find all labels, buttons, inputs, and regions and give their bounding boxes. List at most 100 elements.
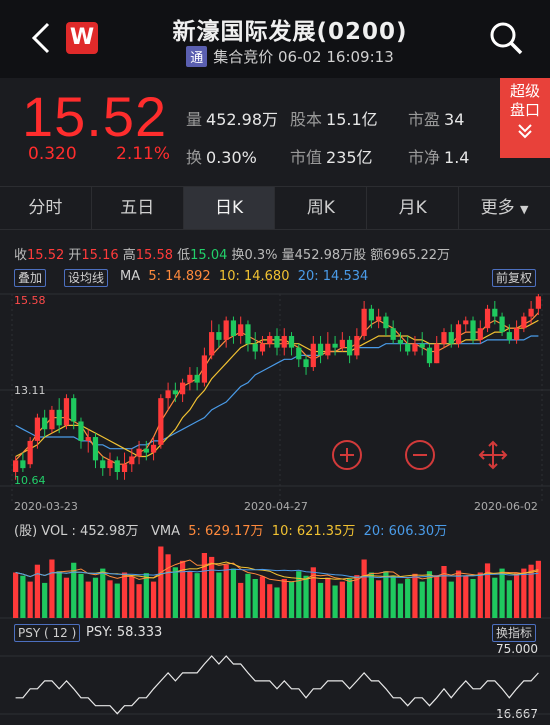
price-change: 0.320: [28, 144, 77, 164]
price-axis-label: 10.64: [14, 474, 46, 487]
volume-bar: [56, 571, 62, 618]
candle-body: [325, 343, 331, 356]
candle-body: [296, 347, 302, 360]
volume-bar: [165, 554, 171, 618]
search-icon[interactable]: [486, 18, 526, 58]
volume-bar: [42, 582, 48, 618]
candle-body: [85, 437, 91, 441]
candle-body: [368, 308, 374, 321]
candle-body: [528, 308, 534, 317]
candle-body: [332, 343, 338, 348]
volume-bar: [448, 581, 454, 618]
candle-body: [303, 359, 309, 368]
candle-body: [216, 332, 222, 340]
volume-bar: [223, 564, 229, 618]
price-change-pct: 2.11%: [116, 144, 171, 164]
volume-bar: [150, 581, 157, 618]
volume-bar: [85, 581, 91, 618]
candle-body: [209, 332, 215, 356]
volume-bar: [434, 575, 440, 618]
candle-body: [354, 335, 360, 356]
volume-bar: [325, 577, 331, 618]
psy-indicator-button[interactable]: PSY ( 12 ): [14, 624, 81, 642]
candle-body: [136, 448, 142, 457]
volume-bar: [397, 583, 404, 618]
candle-body: [201, 355, 208, 383]
tab-five-day[interactable]: 五日: [92, 187, 184, 229]
candle-body: [506, 332, 512, 340]
candle-body: [63, 398, 70, 426]
stat-pb: 市净 1.4: [408, 148, 470, 167]
candle-body: [455, 324, 462, 344]
volume-bar: [107, 580, 113, 618]
volume-bar: [521, 568, 527, 618]
volume-bar: [506, 580, 512, 618]
candle-body: [194, 374, 200, 383]
psy-value: PSY: 58.333: [86, 625, 163, 640]
candle-body: [492, 308, 498, 317]
stat-pe: 市盈 34: [408, 110, 465, 129]
volume-bar: [143, 573, 149, 618]
candle-body: [180, 382, 186, 395]
candle-body: [463, 320, 469, 325]
candlestick-chart[interactable]: 15.58 13.11 10.64 2020-03-23 2020-04-27 2020-…: [0, 288, 550, 518]
volume-bar: [78, 573, 84, 618]
tab-intraday[interactable]: 分时: [0, 187, 92, 229]
candle-body: [223, 320, 229, 340]
status-text: 集合竞价 06-02 16:09:13: [213, 48, 394, 66]
tab-monthly-k[interactable]: 月K: [367, 187, 460, 229]
volume-bar: [303, 575, 309, 618]
volume-bar: [412, 573, 418, 618]
volume-bar: [274, 587, 280, 618]
candle-body: [339, 339, 345, 348]
candle-body: [129, 456, 135, 465]
candle-body: [499, 316, 505, 333]
candle-body: [42, 417, 48, 430]
volume-bar: [129, 576, 135, 618]
volume-bar: [346, 579, 353, 618]
super-orderbook-button[interactable]: 超级 盘口: [500, 78, 550, 158]
volume-bar: [484, 563, 491, 618]
candle-body: [484, 308, 491, 329]
stat-turnover: 换 0.30%: [186, 148, 257, 167]
volume-bar: [238, 582, 244, 618]
volume-bar: [209, 556, 215, 618]
psy-chart: [0, 655, 550, 715]
app-logo-icon[interactable]: W: [66, 22, 98, 54]
candle-body: [477, 328, 483, 340]
volume-bar: [114, 583, 120, 618]
volume-bar: [477, 572, 483, 618]
volume-bar: [376, 580, 382, 618]
volume-bar: [339, 581, 345, 618]
zoom-in-icon[interactable]: [330, 438, 364, 472]
candle-body: [441, 332, 447, 344]
candle-body: [426, 347, 433, 364]
candle-body: [470, 320, 476, 340]
switch-indicator-button[interactable]: 换指标: [492, 624, 537, 642]
volume-bar: [13, 572, 19, 618]
volume-bar: [317, 582, 324, 618]
last-price: 15.52: [22, 85, 168, 148]
move-icon[interactable]: [476, 438, 510, 472]
volume-chart: [0, 546, 550, 619]
candle-body: [252, 343, 258, 352]
volume-bar: [252, 579, 258, 618]
overlay-button[interactable]: 叠加: [14, 269, 47, 287]
candle-body: [521, 316, 527, 329]
volume-bar: [361, 559, 367, 618]
back-icon[interactable]: [28, 20, 58, 56]
candle-body: [535, 296, 541, 309]
connect-badge: 通: [186, 46, 208, 67]
candle-body: [346, 339, 353, 356]
zoom-out-icon[interactable]: [403, 438, 437, 472]
volume-bar: [100, 568, 106, 618]
tab-more[interactable]: 更多 ▼: [459, 187, 550, 229]
candle-body: [92, 437, 99, 461]
volume-bar: [405, 579, 411, 618]
stat-market-cap: 市值 235亿: [290, 148, 373, 167]
tab-weekly-k[interactable]: 周K: [275, 187, 368, 229]
volume-bar: [49, 559, 55, 618]
set-ma-button[interactable]: 设均线: [64, 269, 109, 287]
tab-daily-k[interactable]: 日K: [183, 187, 276, 229]
adjustment-button[interactable]: 前复权: [492, 269, 537, 287]
